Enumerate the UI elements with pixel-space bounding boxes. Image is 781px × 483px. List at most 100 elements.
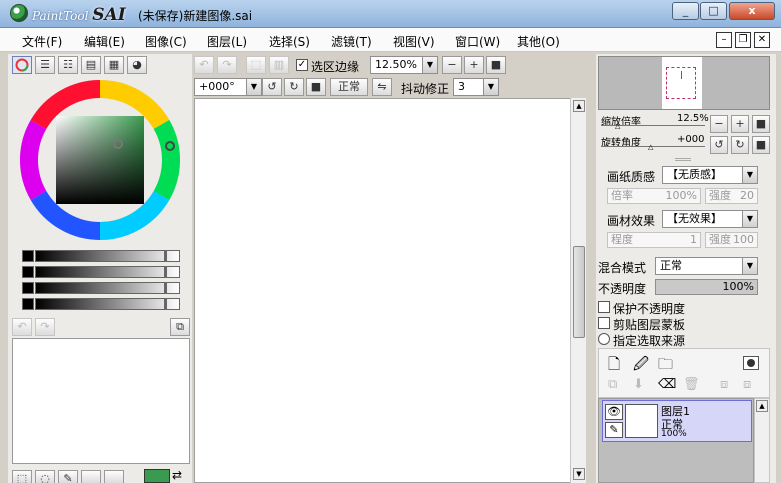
menu-filter[interactable]: 滤镜(T) <box>331 33 372 50</box>
nav-rotate-thumb-icon[interactable]: △ <box>648 143 653 151</box>
menu-view[interactable]: 视图(V) <box>393 33 435 50</box>
move-tool-icon[interactable] <box>81 470 101 483</box>
scratchpad-area[interactable] <box>12 338 190 464</box>
layer-opacity: 100% <box>661 429 687 439</box>
visibility-eye-icon[interactable]: 👁 <box>605 404 623 420</box>
delete-layer-icon[interactable]: 🗑 <box>683 377 700 392</box>
color-slider-1[interactable] <box>22 250 180 262</box>
scroll-down-icon[interactable]: ▼ <box>573 468 585 480</box>
effect-strength-field[interactable]: 强度 100 <box>705 232 758 248</box>
mdi-close-icon[interactable]: ✕ <box>754 32 770 48</box>
invert-selection-icon[interactable]: ▥ <box>269 56 289 74</box>
nav-zoom-in-icon[interactable]: + <box>731 115 749 133</box>
menu-window[interactable]: 窗口(W) <box>455 33 500 50</box>
color-wheel-tab-icon[interactable] <box>12 56 32 74</box>
selection-edge-checkbox[interactable]: ✓ <box>296 59 308 71</box>
layer-row[interactable]: 👁 ✎ 图层1 正常 100% <box>602 400 752 442</box>
swatch-undo-icon[interactable]: ↶ <box>12 318 32 336</box>
lasso-tool-icon[interactable]: ◌ <box>35 470 55 483</box>
menu-edit[interactable]: 编辑(E) <box>84 33 125 50</box>
selection-source-radio[interactable] <box>598 333 610 345</box>
rotate-left-icon[interactable]: ↺ <box>262 78 282 96</box>
new-folder-icon[interactable]: 🗀 <box>658 354 673 379</box>
merge-down-icon[interactable]: ⧈ <box>720 377 728 392</box>
swatch-tab-icon[interactable]: ▤ <box>81 56 101 74</box>
layer-mask-icon[interactable] <box>743 356 759 370</box>
paper-rate-field[interactable]: 倍率 100% <box>607 188 701 204</box>
swatch-settings-icon[interactable]: ⧉ <box>170 318 190 336</box>
canvas-blend-button[interactable]: 正常 <box>330 78 368 96</box>
scroll-up-icon[interactable]: ▲ <box>573 100 585 112</box>
zoom-out-icon[interactable]: − <box>442 56 462 74</box>
brand-big: SAI <box>92 5 126 25</box>
zoom-combo[interactable]: 12.50% ▼ <box>370 56 438 74</box>
swatch-redo-icon[interactable]: ↷ <box>35 318 55 336</box>
canvas[interactable] <box>194 98 586 483</box>
redo-icon[interactable]: ↷ <box>217 56 237 74</box>
flip-horizontal-icon[interactable]: ⇋ <box>372 78 392 96</box>
rate-value: 100% <box>665 189 697 202</box>
color-wheel[interactable] <box>18 78 182 242</box>
scroll-up-icon[interactable]: ▲ <box>756 400 768 412</box>
rgb-slider-tab-icon[interactable]: ☰ <box>35 56 55 74</box>
zoom-tool-icon[interactable] <box>104 470 124 483</box>
transfer-down-icon[interactable]: ⬇ <box>633 377 644 392</box>
menu-image[interactable]: 图像(C) <box>145 33 187 50</box>
primary-color-swatch[interactable] <box>144 469 170 483</box>
layer-lock-brush-icon[interactable]: ✎ <box>605 422 623 438</box>
scratchpad-tab-icon[interactable]: ◕ <box>127 56 147 74</box>
rotate-reset-icon[interactable]: ■ <box>306 78 326 96</box>
color-slider-4[interactable] <box>22 298 180 310</box>
copy-layer-icon[interactable]: ⧉ <box>608 377 617 392</box>
minimize-button[interactable]: _ <box>672 2 699 20</box>
rotation-combo[interactable]: +000° ▼ <box>194 78 262 96</box>
menu-layer[interactable]: 图层(L) <box>207 33 247 50</box>
paper-strength-field[interactable]: 强度 20 <box>705 188 758 204</box>
new-layer-icon[interactable]: 🗋 <box>608 354 620 379</box>
paper-texture-combo[interactable]: 【无质感】 ▼ <box>662 166 758 184</box>
layer-list-scrollbar[interactable]: ▲ <box>754 398 770 483</box>
nav-zoom-thumb-icon[interactable]: △ <box>615 122 620 130</box>
canvas-vertical-scrollbar[interactable]: ▲ ▼ <box>570 98 586 483</box>
opacity-slider[interactable]: 100% <box>655 279 758 295</box>
select-rect-tool-icon[interactable]: ⬚ <box>12 470 32 483</box>
navigator-preview[interactable] <box>598 56 770 110</box>
rotate-right-icon[interactable]: ↻ <box>284 78 304 96</box>
zoom-in-icon[interactable]: + <box>464 56 484 74</box>
new-vector-layer-icon[interactable]: 🖉 <box>633 354 649 379</box>
clipping-mask-checkbox[interactable] <box>598 317 610 329</box>
nav-rotate-right-icon[interactable]: ↻ <box>731 136 749 154</box>
merge-all-icon[interactable]: ⧈ <box>743 377 751 392</box>
color-slider-3[interactable] <box>22 282 180 294</box>
hsv-slider-tab-icon[interactable]: ☷ <box>58 56 78 74</box>
menu-other[interactable]: 其他(O) <box>517 33 560 50</box>
deselect-icon[interactable]: ⬚ <box>246 56 266 74</box>
scroll-thumb[interactable] <box>573 246 585 338</box>
stabilizer-combo[interactable]: 3 ▼ <box>453 78 499 96</box>
protect-opacity-checkbox[interactable] <box>598 301 610 313</box>
mdi-restore-icon[interactable]: ❐ <box>735 32 751 48</box>
swap-colors-icon[interactable]: ⇄ <box>172 468 182 482</box>
close-button[interactable]: x <box>729 2 775 20</box>
effect-degree-field[interactable]: 程度 1 <box>607 232 701 248</box>
undo-icon[interactable]: ↶ <box>194 56 214 74</box>
menu-select[interactable]: 选择(S) <box>269 33 310 50</box>
clipping-mask-label: 剪贴图层蒙板 <box>613 318 686 332</box>
degree-label: 程度 <box>611 233 633 246</box>
magic-wand-tool-icon[interactable]: ✎ <box>58 470 78 483</box>
blend-mode-combo[interactable]: 正常 ▼ <box>655 257 758 275</box>
nav-zoom-out-icon[interactable]: − <box>710 115 728 133</box>
rotation-combo-value: +000° <box>199 80 235 93</box>
palette-tab-icon[interactable]: ▦ <box>104 56 124 74</box>
nav-zoom-reset-icon[interactable]: ■ <box>752 115 770 133</box>
splitter-grip[interactable] <box>675 158 691 161</box>
menu-file[interactable]: 文件(F) <box>22 33 62 50</box>
material-effect-combo[interactable]: 【无效果】 ▼ <box>662 210 758 228</box>
nav-rotate-left-icon[interactable]: ↺ <box>710 136 728 154</box>
maximize-button[interactable]: □ <box>700 2 727 20</box>
nav-rotate-reset-icon[interactable]: ■ <box>752 136 770 154</box>
zoom-reset-icon[interactable]: ■ <box>486 56 506 74</box>
mdi-minimize-icon[interactable]: – <box>716 32 732 48</box>
color-slider-2[interactable] <box>22 266 180 278</box>
clear-layer-icon[interactable]: ⌫ <box>658 377 676 392</box>
